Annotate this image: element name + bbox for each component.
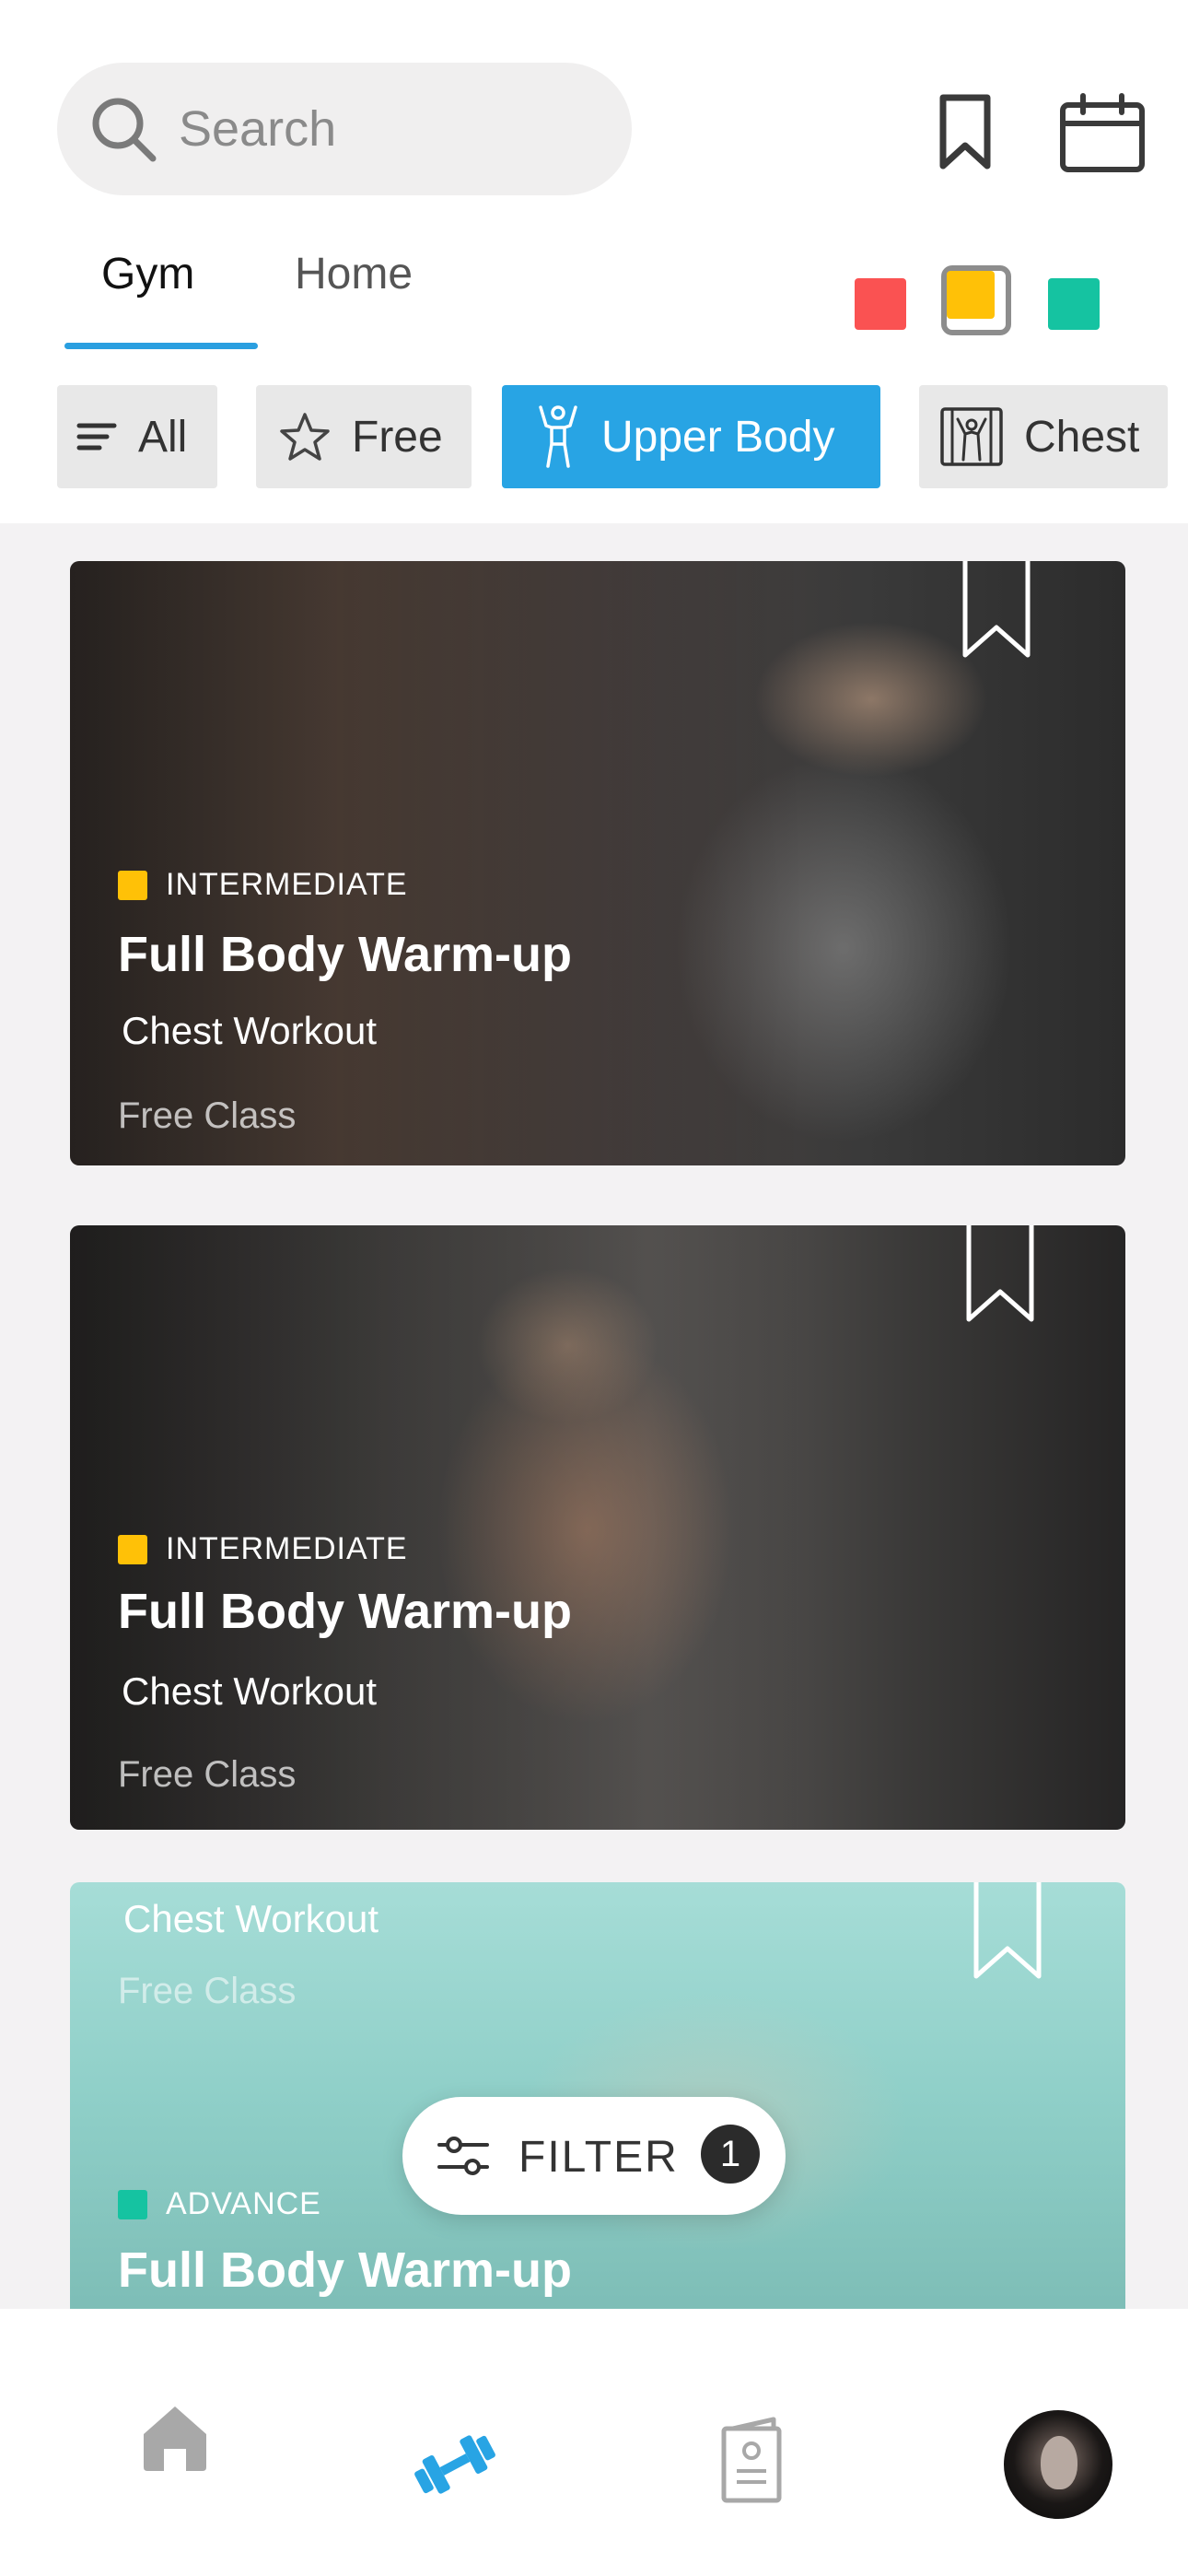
level-label: INTERMEDIATE bbox=[166, 867, 408, 902]
workout-card[interactable]: INTERMEDIATE Full Body Warm-up Chest Wor… bbox=[70, 561, 1125, 1165]
card-subtitle-overlap: Chest Workout bbox=[123, 1897, 379, 1940]
color-filter-yellow[interactable] bbox=[941, 265, 1011, 335]
search-input[interactable] bbox=[179, 90, 602, 168]
level-badge: ADVANCE bbox=[118, 2186, 321, 2222]
chip-upper-body-label: Upper Body bbox=[601, 412, 835, 462]
chip-chest[interactable]: Chest bbox=[919, 385, 1168, 488]
level-label: INTERMEDIATE bbox=[166, 1531, 408, 1566]
chip-all[interactable]: All bbox=[57, 385, 217, 488]
card-price-overlap: Free Class bbox=[118, 1971, 297, 2011]
card-subtitle: Chest Workout bbox=[122, 1669, 377, 1713]
card-title: Full Body Warm-up bbox=[118, 927, 572, 982]
level-dot bbox=[118, 1534, 147, 1564]
header: Gym Home All Free Upper Bod bbox=[0, 0, 1188, 523]
person-icon bbox=[539, 405, 577, 468]
search-icon bbox=[92, 98, 157, 162]
card-title: Full Body Warm-up bbox=[118, 1584, 572, 1639]
home-icon bbox=[144, 2406, 206, 2471]
chip-free-label: Free bbox=[352, 412, 443, 462]
search-bar[interactable] bbox=[57, 63, 632, 195]
card-bookmark-icon[interactable] bbox=[963, 1225, 1037, 1325]
nav-home[interactable] bbox=[138, 2401, 212, 2479]
level-dot bbox=[118, 870, 147, 900]
chip-upper-body[interactable]: Upper Body bbox=[502, 385, 880, 488]
workout-card[interactable]: INTERMEDIATE Full Body Warm-up Chest Wor… bbox=[70, 1225, 1125, 1830]
color-filter-red[interactable] bbox=[855, 278, 906, 330]
card-bookmark-icon[interactable] bbox=[971, 1882, 1044, 1982]
notes-icon bbox=[721, 2417, 782, 2503]
list-icon bbox=[76, 423, 117, 451]
level-badge: INTERMEDIATE bbox=[118, 1531, 408, 1567]
tab-home[interactable]: Home bbox=[295, 249, 413, 299]
nav-workout[interactable] bbox=[409, 2432, 501, 2501]
tab-gym[interactable]: Gym bbox=[101, 249, 194, 299]
active-tab-indicator bbox=[64, 343, 258, 349]
color-filter-yellow-fill bbox=[947, 271, 995, 319]
filter-chips: All Free Upper Body Chest bbox=[0, 385, 1188, 488]
color-filter-green[interactable] bbox=[1048, 278, 1100, 330]
dumbbell-icon bbox=[414, 2435, 495, 2494]
chest-icon bbox=[940, 407, 1003, 466]
card-price: Free Class bbox=[118, 1754, 297, 1795]
chip-free[interactable]: Free bbox=[256, 385, 472, 488]
card-price: Free Class bbox=[118, 1095, 297, 1136]
card-bookmark-icon[interactable] bbox=[960, 561, 1033, 661]
chip-all-label: All bbox=[138, 412, 188, 462]
sliders-icon bbox=[437, 2137, 489, 2175]
bottom-nav bbox=[0, 2309, 1188, 2576]
card-subtitle: Chest Workout bbox=[122, 1009, 377, 1052]
avatar-face bbox=[1041, 2436, 1077, 2489]
level-dot bbox=[118, 2189, 147, 2219]
calendar-icon[interactable] bbox=[1057, 92, 1149, 175]
card-title: Full Body Warm-up bbox=[118, 2242, 572, 2298]
filter-label: FILTER bbox=[518, 2133, 679, 2182]
bookmark-icon[interactable] bbox=[930, 92, 1004, 175]
nav-notes[interactable] bbox=[720, 2416, 788, 2509]
filter-count-badge: 1 bbox=[701, 2125, 760, 2184]
avatar[interactable] bbox=[1004, 2410, 1112, 2519]
star-icon bbox=[280, 413, 330, 461]
level-badge: INTERMEDIATE bbox=[118, 867, 408, 903]
filter-button[interactable]: FILTER 1 bbox=[402, 2097, 786, 2215]
level-label: ADVANCE bbox=[166, 2186, 321, 2221]
chip-chest-label: Chest bbox=[1024, 412, 1140, 462]
